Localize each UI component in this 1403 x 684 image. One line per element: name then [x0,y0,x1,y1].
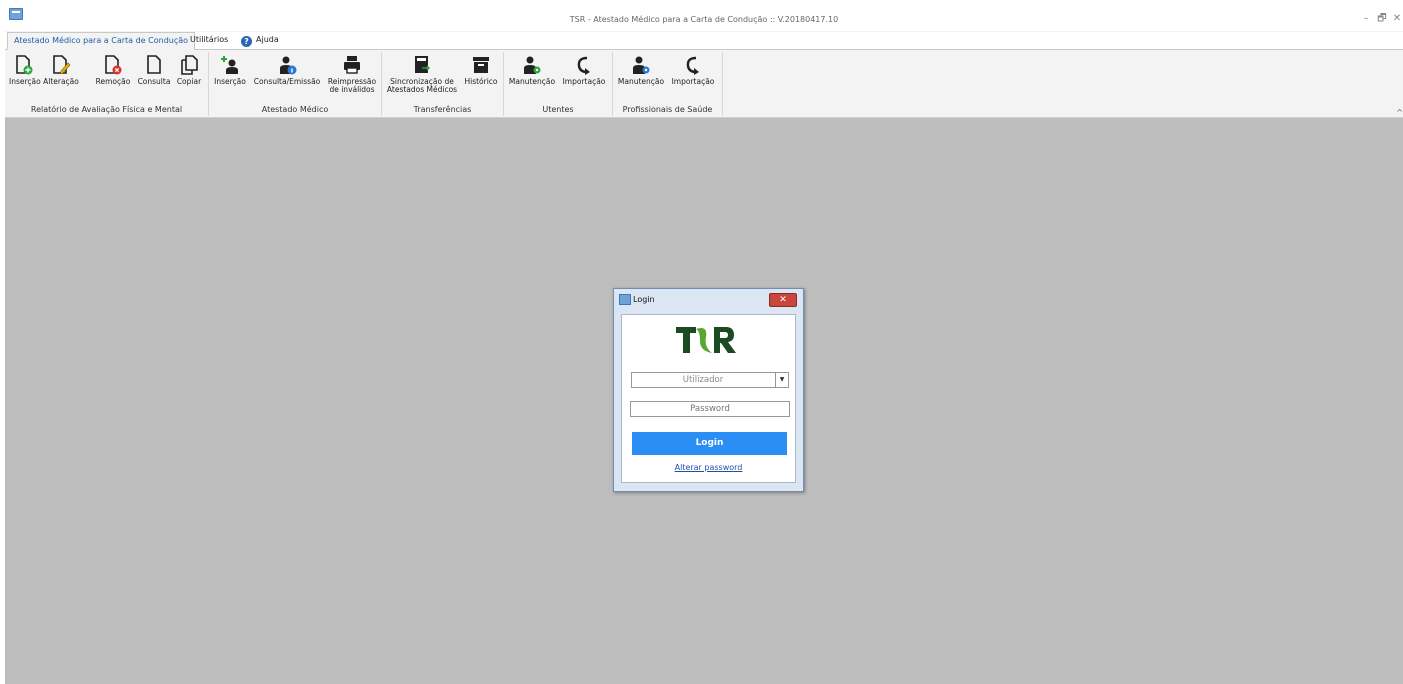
login-close-button[interactable]: ✕ [769,293,797,307]
change-password-link[interactable]: Alterar password [622,463,795,472]
username-placeholder: Utilizador [682,375,724,385]
ribbon: Inserção Alteração Remoção Consulta Copi… [5,50,1403,118]
login-button[interactable]: Login [632,432,787,455]
username-select[interactable]: Utilizador ▼ [631,372,789,388]
title-bar: TSR - Atestado Médico para a Carta de Co… [5,5,1403,31]
button-label: Manutenção [508,77,556,86]
atestado-insercao-button[interactable]: Inserção [213,54,247,86]
profissionais-manutencao-button[interactable]: Manutenção [617,54,665,86]
doc-view-icon [147,55,161,74]
button-label: Remoção [95,77,131,86]
group-label: Utentes [542,105,574,114]
group-label: Relatório de Avaliação Física e Mental [30,105,183,114]
utentes-manutencao-button[interactable]: Manutenção [508,54,556,86]
relatorio-alteracao-button[interactable]: Alteração [41,54,81,86]
utentes-importacao-button[interactable]: Importação [559,54,609,86]
sincronizacao-button[interactable]: Sincronização de Atestados Médicos [386,54,458,94]
atestado-consulta-button[interactable]: Consulta/Emissão [252,54,322,86]
button-label: Manutenção [617,77,665,86]
button-label: Sincronização de Atestados Médicos [386,77,458,94]
app-window: TSR - Atestado Médico para a Carta de Co… [5,5,1403,684]
group-label: Transferências [413,105,472,114]
tsr-logo [676,327,736,353]
password-input[interactable] [630,401,790,417]
close-button[interactable]: ✕ [1390,13,1403,25]
archive-icon [473,57,489,73]
ribbon-tabs: Atestado Médico para a Carta de Condução… [5,32,1403,50]
login-body: Utilizador ▼ Login Alterar password [621,314,796,483]
user-settings-icon [633,56,650,74]
relatorio-consulta-button[interactable]: Consulta [136,54,172,86]
login-title: Login [633,295,655,304]
atestado-reimpressao-button[interactable]: Reimpressão de inválidos [325,54,379,94]
button-label: Alteração [43,77,79,86]
profissionais-importacao-button[interactable]: Importação [668,54,718,86]
dropdown-arrow-icon[interactable]: ▼ [775,373,788,387]
sync-icon [415,56,431,73]
window-title: TSR - Atestado Médico para a Carta de Co… [569,15,839,24]
minimize-button[interactable]: – [1359,13,1373,25]
group-profissionais: Manutenção Importação Profissionais de S… [613,52,723,116]
historico-button[interactable]: Histórico [463,54,499,86]
copy-icon [181,55,198,75]
tab-atestado[interactable]: Atestado Médico para a Carta de Condução [7,32,196,50]
group-transferencias: Sincronização de Atestados Médicos Histó… [382,52,504,116]
login-title-bar: Login ✕ [614,289,803,309]
user-add-icon [221,56,238,74]
group-label: Profissionais de Saúde [622,105,713,114]
button-label: Copiar [176,77,202,86]
button-label: Importação [562,77,606,86]
printer-icon [344,56,360,74]
group-utentes: Manutenção Importação Utentes [504,52,613,116]
tab-ajuda-label: Ajuda [256,35,279,44]
relatorio-copiar-button[interactable]: Copiar [174,54,204,86]
restore-button[interactable]: 🗗 [1375,13,1389,25]
button-label: Consulta [137,77,171,86]
button-label: Importação [671,77,715,86]
tab-utilitarios[interactable]: Utilitários [184,32,234,48]
login-window-icon [619,294,631,305]
group-atestado: Inserção Consulta/Emissão Reimpressão de… [209,52,382,116]
login-dialog: Login ✕ Utilizador ▼ Login Alterar passw… [613,288,804,492]
import-arrow-icon [577,56,590,75]
button-label: Histórico [464,77,498,86]
group-relatorio: Inserção Alteração Remoção Consulta Copi… [5,52,209,116]
doc-remove-icon [105,55,122,75]
relatorio-remocao-button[interactable]: Remoção [94,54,132,86]
import-arrow-icon [686,56,699,75]
doc-edit-icon [53,55,71,74]
doc-add-icon [16,55,33,75]
help-icon: ? [241,36,252,47]
user-settings-icon [524,56,541,74]
button-label: Consulta/Emissão [253,77,321,86]
user-info-icon [280,56,297,75]
relatorio-insercao-button[interactable]: Inserção [9,54,41,86]
button-label: Reimpressão de inválidos [327,77,377,94]
button-label: Inserção [214,77,246,86]
tab-ajuda[interactable]: ? Ajuda [235,32,285,48]
group-label: Atestado Médico [261,105,329,114]
workspace: Login ✕ Utilizador ▼ Login Alterar passw… [5,118,1403,684]
ribbon-collapse-button[interactable]: ^ [1396,108,1403,117]
button-label: Inserção [9,77,41,86]
